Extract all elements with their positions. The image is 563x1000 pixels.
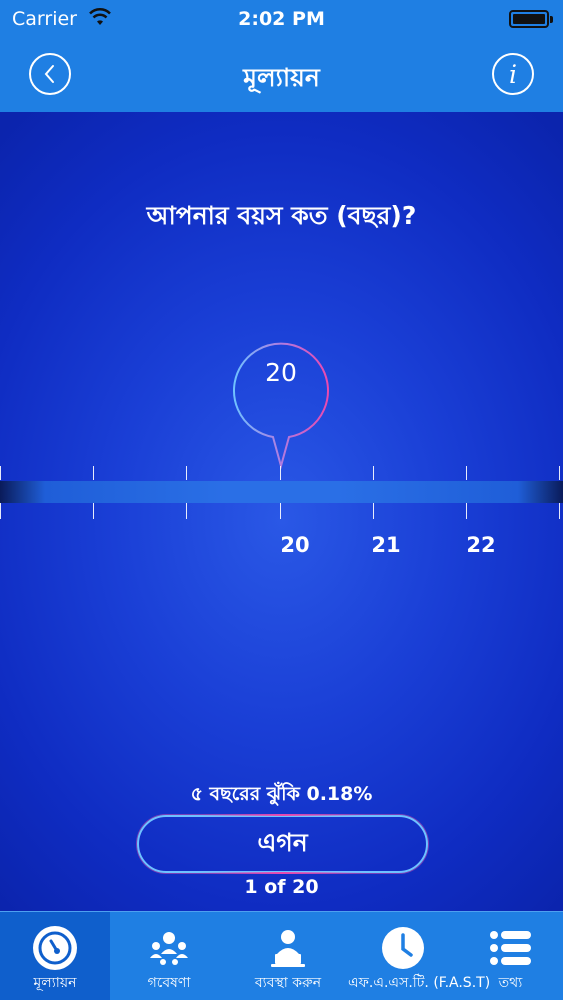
navigation-bar: মূল্যায়ন i [0,38,563,112]
ruler-tick [373,466,374,480]
ruler-tick [186,466,187,480]
ruler-tick [466,503,467,519]
info-icon: i [509,59,517,89]
ruler-tick [0,466,1,480]
ruler-tick [280,466,281,480]
ruler-label: 22 [466,533,496,557]
ruler-tick [93,503,94,519]
question-counter: 1 of 20 [244,876,319,898]
ruler-label: 20 [280,533,310,557]
selected-age-value: 20 [265,358,297,387]
tab-label: তথ্য [498,975,523,991]
ruler-label: 2 [542,533,563,557]
info-button[interactable]: i [492,53,534,95]
ruler-label: 21 [371,533,401,557]
ruler-tick [373,503,374,519]
list-icon [489,931,531,965]
clock-icon [382,927,424,969]
ruler-tick [559,503,560,519]
ruler-tick [280,503,281,519]
battery-icon [509,10,553,28]
ruler-tick [466,466,467,480]
gauge-icon [33,926,77,970]
ruler-tick [559,466,560,480]
ruler-tick [93,466,94,480]
ruler-tick [0,503,1,519]
next-button-label: এগন [257,827,308,857]
tab-fast[interactable]: এফ.এ.এস.টি. (F.A.S.T) [348,912,491,1000]
age-slider[interactable] [0,481,563,503]
tab-label: গবেষণা [147,975,191,991]
tab-label: মূল্যায়ন [33,975,77,991]
risk-summary: ৫ বছরের ঝুঁকি 0.18% [190,783,373,805]
tab-manage[interactable]: ব্যবস্থা করুন [228,912,348,1000]
tab-label: এফ.এ.এস.টি. (F.A.S.T) [348,975,491,991]
people-group-icon [150,932,188,965]
tab-label: ব্যবস্থা করুন [254,975,322,991]
next-button[interactable]: এগন [137,814,428,874]
clock-time: 2:02 PM [238,8,325,30]
status-bar: Carrier 2:02 PM [0,0,563,38]
tab-research[interactable]: গবেষণা [110,912,228,1000]
page-title: মূল্যায়ন [243,63,320,92]
tab-bar: মূল্যায়ন গবেষণা ব্যবস্থা করুন এফ.এ.এস.ট… [0,911,563,1000]
tab-assessment[interactable]: মূল্যায়ন [0,912,110,1000]
person-laptop-icon [271,930,305,967]
tab-info[interactable]: তথ্য [458,912,563,1000]
question-text: আপনার বয়স কত (বছর)? [146,201,417,230]
ruler-tick [186,503,187,519]
